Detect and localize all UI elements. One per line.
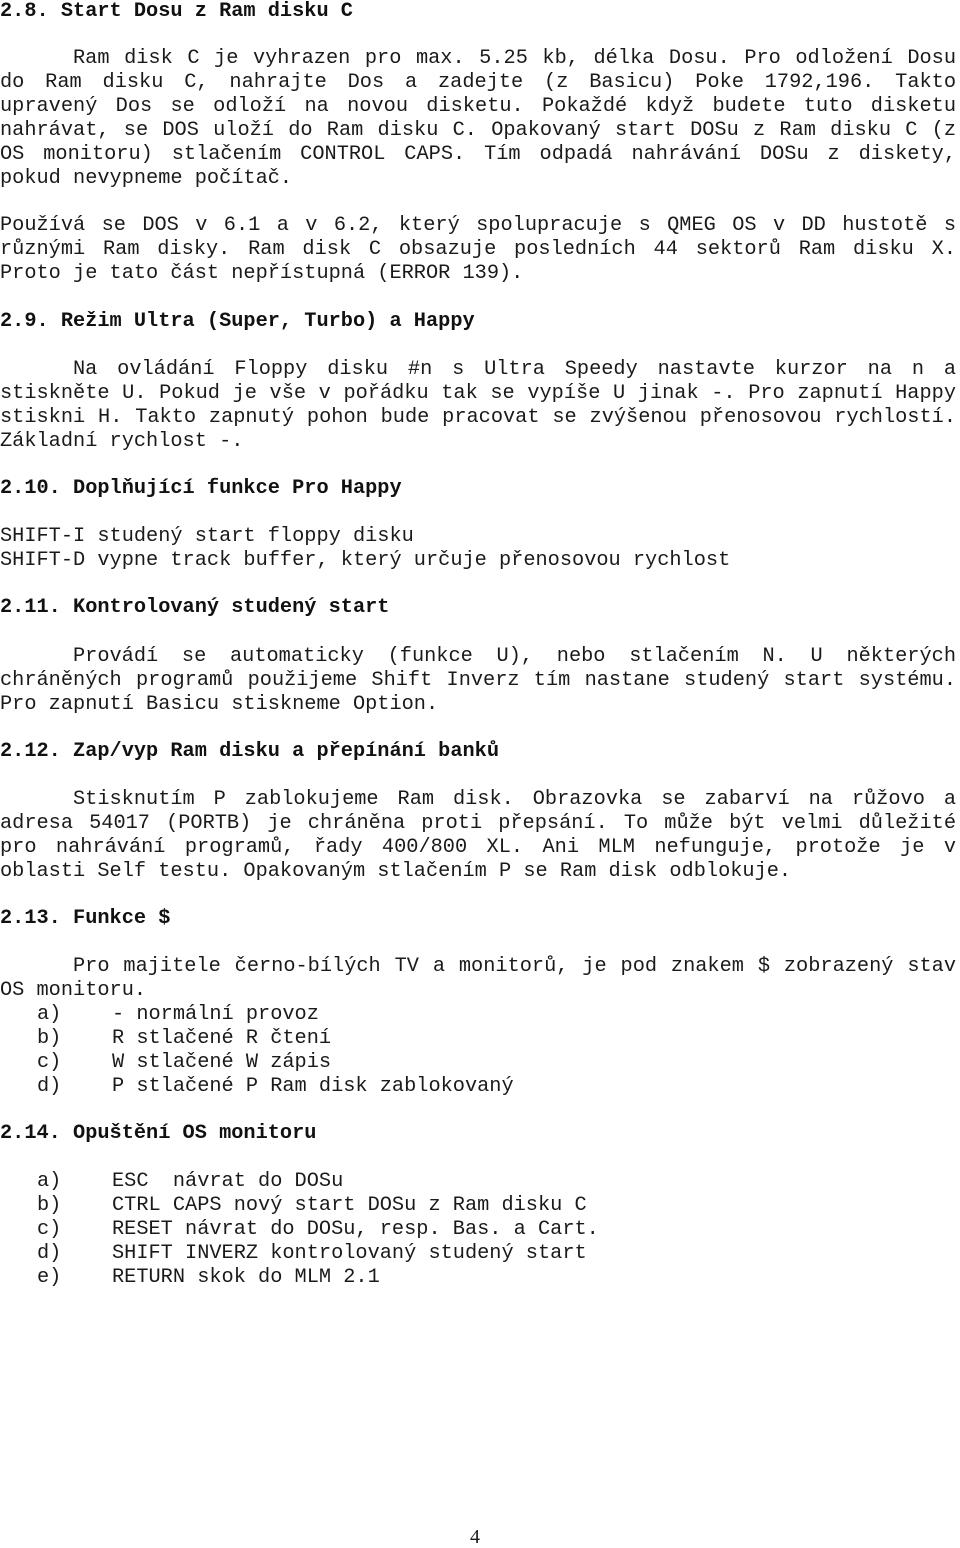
section-heading-2-12: 2.12. Zap/vyp Ram disku a přepínání bank… [0, 740, 499, 763]
list-item-text: RESET návrat do DOSu, resp. Bas. a Cart. [112, 1218, 599, 1241]
list-marker: d) [37, 1075, 62, 1098]
section-heading-2-10: 2.10. Doplňující funkce Pro Happy [0, 477, 402, 500]
list-item-text: R stlačené R čtení [112, 1027, 332, 1050]
list-item-text: W stlačené W zápis [112, 1051, 332, 1074]
page-number: 4 [470, 1526, 480, 1548]
list-item-text: SHIFT INVERZ kontrolovaný studený start [112, 1242, 587, 1265]
list-item-text: RETURN skok do MLM 2.1 [112, 1266, 380, 1289]
section-2-10-line-1: SHIFT-I studený start floppy disku [0, 525, 414, 548]
list-marker: b) [37, 1194, 62, 1217]
section-2-8-paragraph-2: Používá se DOS v 6.1 a v 6.2, který spol… [0, 214, 956, 285]
list-marker: c) [37, 1051, 62, 1074]
list-marker: b) [37, 1027, 62, 1050]
section-heading-2-11: 2.11. Kontrolovaný studený start [0, 596, 390, 619]
list-item: c) W stlačené W zápis [37, 1051, 331, 1075]
section-heading-2-8: 2.8. Start Dosu z Ram disku C [0, 0, 353, 23]
section-heading-2-14: 2.14. Opuštění OS monitoru [0, 1122, 317, 1145]
list-item-text: CTRL CAPS nový start DOSu z Ram disku C [112, 1194, 587, 1217]
list-item: a) ESC návrat do DOSu [37, 1170, 343, 1194]
section-2-13-paragraph-1: Pro majitele černo-bílých TV a monitorů,… [0, 955, 956, 1002]
list-marker: e) [37, 1266, 62, 1289]
section-heading-2-13: 2.13. Funkce $ [0, 907, 171, 930]
list-item-text: ESC návrat do DOSu [112, 1170, 344, 1193]
list-item-text: P stlačené P Ram disk zablokovaný [112, 1075, 514, 1098]
list-marker: c) [37, 1218, 62, 1241]
list-item: c) RESET návrat do DOSu, resp. Bas. a Car… [37, 1218, 599, 1242]
list-item: d) P stlačené P Ram disk zablokovaný [37, 1075, 514, 1099]
section-2-8-paragraph-1: Ram disk C je vyhrazen pro max. 5.25 kb,… [0, 47, 956, 190]
list-marker: a) [37, 1003, 62, 1026]
list-item-text: - normální provoz [112, 1003, 319, 1026]
section-heading-2-9: 2.9. Režim Ultra (Super, Turbo) a Happy [0, 310, 475, 333]
section-2-12-paragraph-1: Stisknutím P zablokujeme Ram disk. Obraz… [0, 788, 956, 883]
list-item: a) - normální provoz [37, 1003, 319, 1027]
list-marker: a) [37, 1170, 62, 1193]
list-marker: d) [37, 1242, 62, 1265]
section-2-9-paragraph-1: Na ovládání Floppy disku #n s Ultra Spee… [0, 358, 956, 453]
list-item: b) CTRL CAPS nový start DOSu z Ram disku … [37, 1194, 587, 1218]
list-item: d) SHIFT INVERZ kontrolovaný studený star… [37, 1242, 587, 1266]
list-item: e) RETURN skok do MLM 2.1 [37, 1266, 380, 1290]
section-2-10-line-2: SHIFT-D vypne track buffer, který určuje… [0, 549, 731, 572]
list-item: b) R stlačené R čtení [37, 1027, 331, 1051]
section-2-11-paragraph-1: Provádí se automaticky (funkce U), nebo … [0, 645, 956, 716]
